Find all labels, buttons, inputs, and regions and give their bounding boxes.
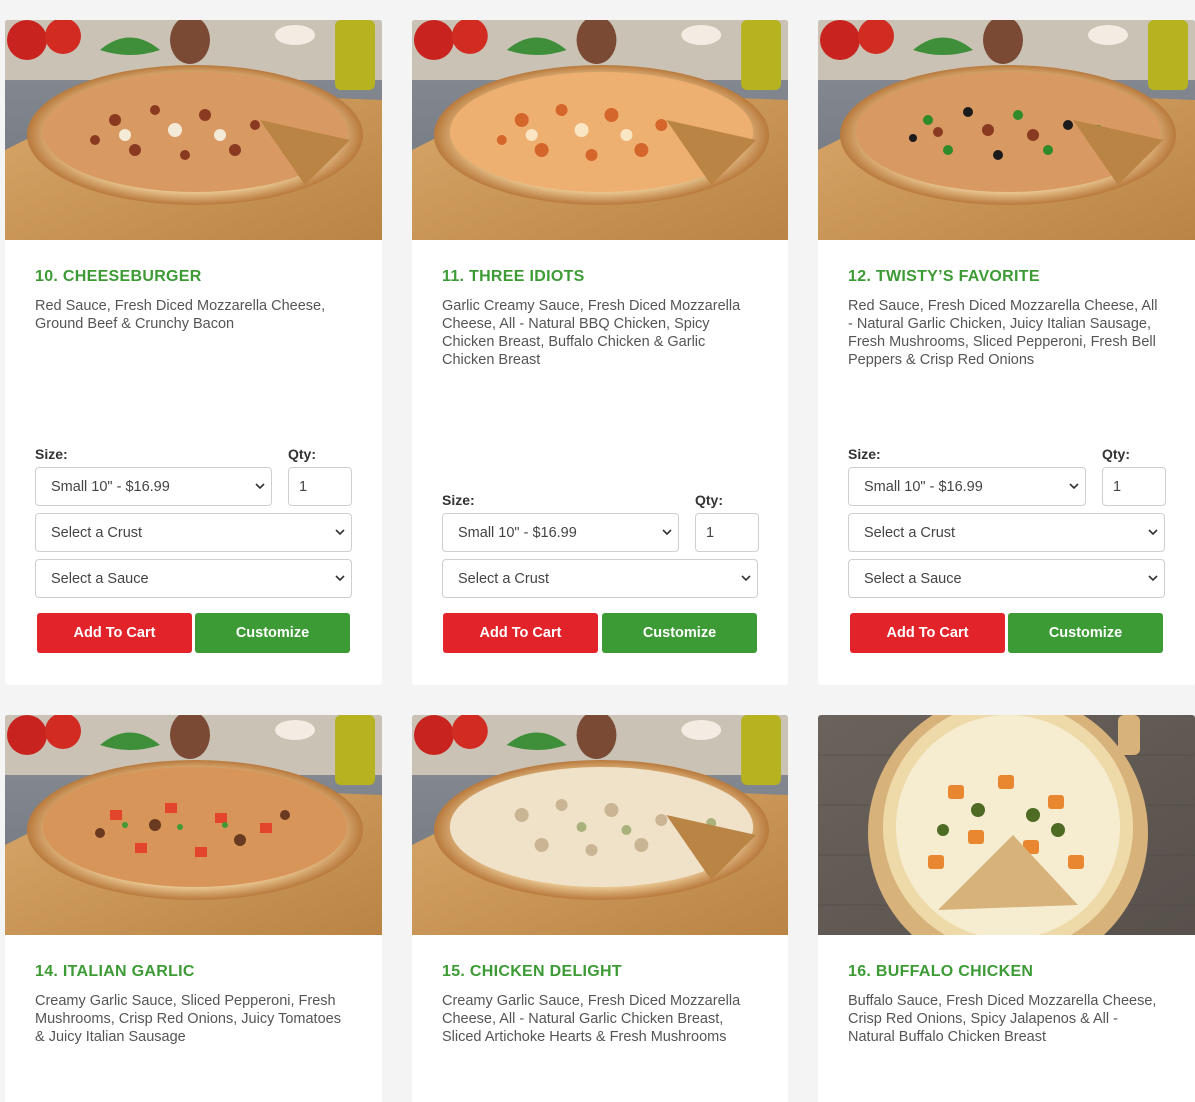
qty-input[interactable]: 1 bbox=[1102, 467, 1166, 506]
product-card: 14. ITALIAN GARLIC Creamy Garlic Sauce, … bbox=[5, 715, 382, 1102]
product-description: Creamy Garlic Sauce, Fresh Diced Mozzare… bbox=[442, 993, 741, 1045]
product-description: Red Sauce, Fresh Diced Mozzarella Cheese… bbox=[35, 298, 326, 332]
add-to-cart-button[interactable]: Add To Cart bbox=[850, 613, 1005, 653]
add-to-cart-button[interactable]: Add To Cart bbox=[37, 613, 192, 653]
chevron-down-icon bbox=[329, 560, 351, 597]
size-label: Size: bbox=[442, 492, 475, 508]
product-title: 10. CHEESEBURGER bbox=[35, 268, 202, 285]
chevron-down-icon bbox=[329, 514, 351, 551]
crust-select-value: Select a Crust bbox=[458, 570, 550, 587]
chevron-down-icon bbox=[249, 468, 271, 505]
sauce-select-value: Select a Sauce bbox=[864, 570, 962, 587]
product-card: 15. CHICKEN DELIGHT Creamy Garlic Sauce,… bbox=[412, 715, 788, 1102]
product-description: Garlic Creamy Sauce, Fresh Diced Mozzare… bbox=[442, 298, 741, 368]
product-title: 16. BUFFALO CHICKEN bbox=[848, 963, 1034, 980]
pizza-image bbox=[412, 715, 788, 935]
customize-button[interactable]: Customize bbox=[1008, 613, 1163, 653]
crust-select[interactable]: Select a Crust bbox=[442, 559, 758, 598]
sauce-select-value: Select a Sauce bbox=[51, 570, 149, 587]
size-select[interactable]: Small 10" - $16.99 bbox=[848, 467, 1086, 506]
crust-select-value: Select a Crust bbox=[51, 524, 143, 541]
product-description: Buffalo Sauce, Fresh Diced Mozzarella Ch… bbox=[848, 993, 1157, 1045]
size-select[interactable]: Small 10" - $16.99 bbox=[35, 467, 272, 506]
size-select[interactable]: Small 10" - $16.99 bbox=[442, 513, 679, 552]
qty-input[interactable]: 1 bbox=[288, 467, 352, 506]
product-card: 12. TWISTY’S FAVORITE Red Sauce, Fresh D… bbox=[818, 20, 1195, 685]
product-card: 16. BUFFALO CHICKEN Buffalo Sauce, Fresh… bbox=[818, 715, 1195, 1102]
product-description: Creamy Garlic Sauce, Sliced Pepperoni, F… bbox=[35, 993, 341, 1045]
crust-select[interactable]: Select a Crust bbox=[848, 513, 1165, 552]
size-label: Size: bbox=[35, 446, 68, 462]
qty-input[interactable]: 1 bbox=[695, 513, 759, 552]
sauce-select[interactable]: Select a Sauce bbox=[35, 559, 352, 598]
sauce-select[interactable]: Select a Sauce bbox=[848, 559, 1165, 598]
chevron-down-icon bbox=[656, 514, 678, 551]
pizza-image bbox=[5, 20, 382, 240]
crust-select[interactable]: Select a Crust bbox=[35, 513, 352, 552]
product-title: 11. THREE IDIOTS bbox=[442, 268, 585, 285]
product-title: 14. ITALIAN GARLIC bbox=[35, 963, 195, 980]
pizza-image bbox=[5, 715, 382, 935]
qty-label: Qty: bbox=[695, 492, 723, 508]
chevron-down-icon bbox=[1063, 468, 1085, 505]
product-card: 10. CHEESEBURGER Red Sauce, Fresh Diced … bbox=[5, 20, 382, 685]
chevron-down-icon bbox=[735, 560, 757, 597]
customize-button[interactable]: Customize bbox=[195, 613, 350, 653]
pizza-image bbox=[818, 20, 1195, 240]
size-select-value: Small 10" - $16.99 bbox=[864, 478, 983, 495]
qty-label: Qty: bbox=[288, 446, 316, 462]
crust-select-value: Select a Crust bbox=[864, 524, 956, 541]
pizza-image bbox=[818, 715, 1195, 935]
product-title: 12. TWISTY’S FAVORITE bbox=[848, 268, 1040, 285]
product-description: Red Sauce, Fresh Diced Mozzarella Cheese… bbox=[848, 298, 1158, 368]
size-select-value: Small 10" - $16.99 bbox=[51, 478, 170, 495]
chevron-down-icon bbox=[1142, 560, 1164, 597]
product-title: 15. CHICKEN DELIGHT bbox=[442, 963, 622, 980]
pizza-image bbox=[412, 20, 788, 240]
customize-button[interactable]: Customize bbox=[602, 613, 757, 653]
size-label: Size: bbox=[848, 446, 881, 462]
add-to-cart-button[interactable]: Add To Cart bbox=[443, 613, 598, 653]
qty-label: Qty: bbox=[1102, 446, 1130, 462]
size-select-value: Small 10" - $16.99 bbox=[458, 524, 577, 541]
chevron-down-icon bbox=[1142, 514, 1164, 551]
product-card: 11. THREE IDIOTS Garlic Creamy Sauce, Fr… bbox=[412, 20, 788, 685]
